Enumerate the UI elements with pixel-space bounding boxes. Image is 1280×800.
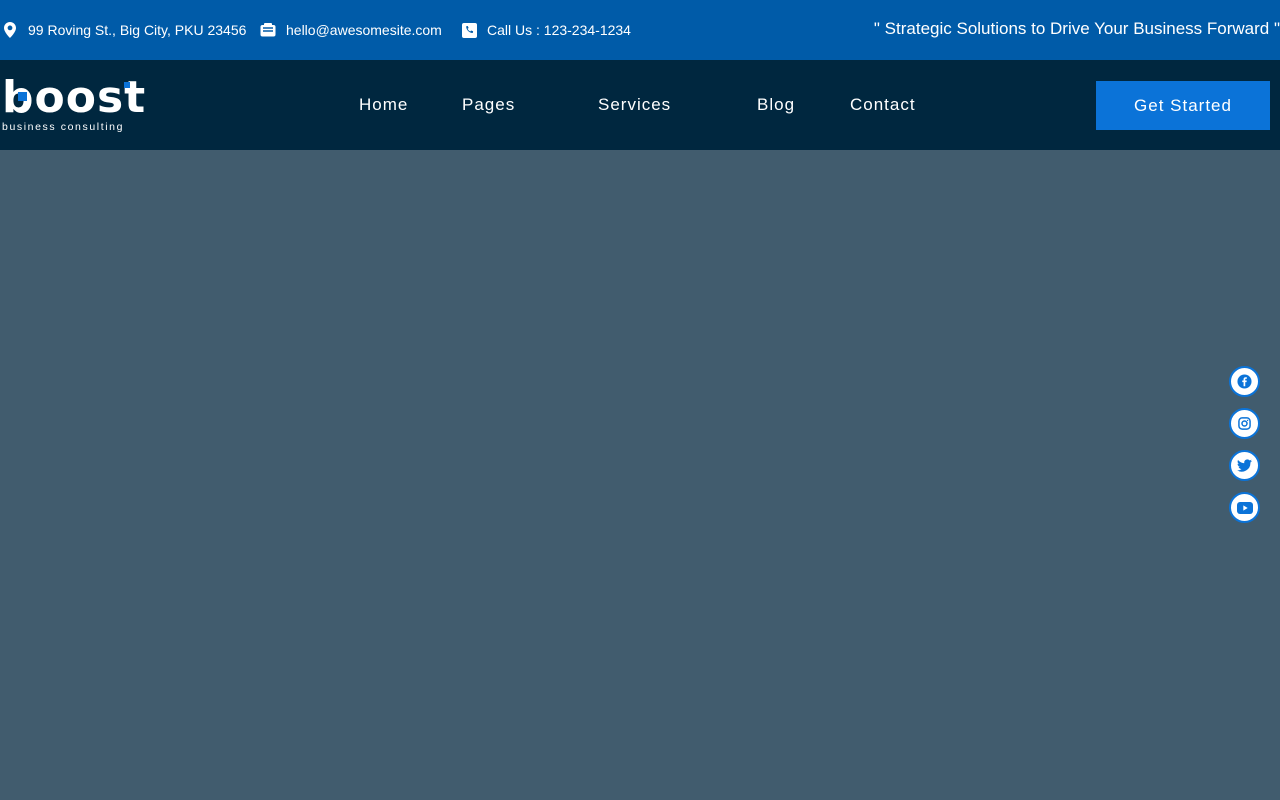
get-started-button[interactable]: Get Started [1096,81,1270,130]
nav-item-contact[interactable]: Contact [850,95,916,115]
envelope-icon [260,22,276,38]
youtube-icon[interactable] [1229,492,1260,523]
main-navbar: boost business consulting Home Pages Ser… [0,60,1280,150]
nav-item-blog[interactable]: Blog [757,95,795,115]
top-info-bar: 99 Roving St., Big City, PKU 23456 hello… [0,0,1280,60]
email-link[interactable]: hello@awesomesite.com [286,22,442,38]
email-item[interactable]: hello@awesomesite.com [260,21,442,39]
logo-accent-square [18,92,27,101]
location-pin-icon [2,22,18,38]
logo[interactable]: boost business consulting [0,74,145,136]
nav-item-home[interactable]: Home [359,95,408,115]
phone-item[interactable]: Call Us : 123-234-1234 [461,21,631,39]
hero-section [0,150,1280,800]
nav-item-services[interactable]: Services [598,95,671,115]
tagline: " Strategic Solutions to Drive Your Busi… [873,19,1280,38]
instagram-icon[interactable] [1229,408,1260,439]
nav-item-pages[interactable]: Pages [462,95,515,115]
facebook-icon[interactable] [1229,366,1260,397]
phone-icon [461,22,477,38]
address-item: 99 Roving St., Big City, PKU 23456 [2,21,246,39]
twitter-icon[interactable] [1229,450,1260,481]
logo-accent-dot [124,82,130,88]
logo-subtitle: business consulting [2,121,125,133]
phone-text[interactable]: Call Us : 123-234-1234 [487,22,631,38]
address-text: 99 Roving St., Big City, PKU 23456 [28,22,247,38]
